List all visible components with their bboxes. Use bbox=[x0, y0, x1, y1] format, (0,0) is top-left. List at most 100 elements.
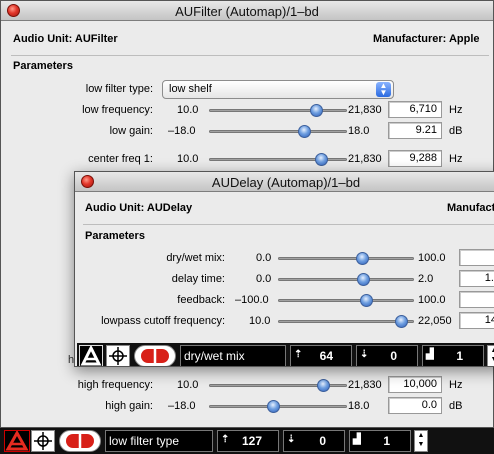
param-value-field[interactable]: 14, bbox=[459, 312, 494, 329]
automap-bar-aufilter: low filter type ⇡ 127 ⇣ 0 ▟ 1 ▲ ▼ bbox=[0, 428, 494, 454]
param-label: low frequency: bbox=[82, 104, 153, 116]
max-value-field[interactable]: ⇡ 64 bbox=[290, 345, 352, 366]
filter-type-label: low filter type: bbox=[85, 83, 153, 95]
param-max: 21,830 bbox=[348, 104, 382, 116]
slider-knob[interactable] bbox=[360, 294, 373, 307]
control-name-field[interactable]: low filter type bbox=[105, 430, 213, 452]
separator bbox=[83, 224, 494, 225]
separator bbox=[11, 55, 489, 56]
param-slider[interactable] bbox=[209, 109, 347, 112]
param-label: low gain: bbox=[109, 125, 153, 137]
param-unit: dB bbox=[449, 400, 463, 412]
param-slider[interactable] bbox=[278, 257, 414, 260]
step-value: 1 bbox=[456, 349, 463, 363]
param-label: high gain: bbox=[105, 400, 153, 412]
param-max: 21,830 bbox=[348, 153, 382, 165]
param-min: 10.0 bbox=[177, 104, 199, 116]
chevron-updown-icon: ▲ ▼ bbox=[376, 82, 391, 97]
min-value-field[interactable]: ⇣ 0 bbox=[283, 430, 345, 452]
filter-type-value: low shelf bbox=[169, 83, 212, 95]
param-max: 2.0 bbox=[418, 273, 434, 285]
control-name-field[interactable]: dry/wet mix bbox=[180, 345, 286, 366]
audio-unit-label: Audio Unit: AUDelay bbox=[85, 202, 193, 214]
param-slider[interactable] bbox=[278, 320, 414, 323]
audio-unit-label: Audio Unit: AUFilter bbox=[13, 33, 118, 45]
audelay-titlebar[interactable]: AUDelay (Automap)/1–bd bbox=[75, 172, 494, 192]
param-value-field[interactable]: 9,288 bbox=[388, 150, 442, 167]
manufacturer-label: Manufactu bbox=[447, 202, 494, 214]
step-icon: ▟ bbox=[426, 349, 434, 360]
slider-knob[interactable] bbox=[315, 153, 328, 166]
param-min: –18.0 bbox=[168, 125, 196, 137]
param-min: 0.0 bbox=[256, 273, 272, 285]
window-title: AUFilter (Automap)/1–bd bbox=[175, 4, 319, 19]
slider-knob[interactable] bbox=[356, 252, 369, 265]
stepper-icon[interactable]: ▲▼ bbox=[487, 345, 494, 366]
learn-toggle-button[interactable] bbox=[59, 430, 101, 452]
slider-knob[interactable] bbox=[310, 104, 323, 117]
parameters-heading: Parameters bbox=[13, 60, 73, 72]
learn-toggle-button[interactable] bbox=[134, 345, 176, 366]
slider-knob[interactable] bbox=[267, 400, 280, 413]
slider-knob[interactable] bbox=[317, 379, 330, 392]
step-icon: ▟ bbox=[353, 434, 361, 445]
min-value-field[interactable]: ⇣ 0 bbox=[356, 345, 418, 366]
param-slider[interactable] bbox=[278, 278, 414, 281]
param-max: 18.0 bbox=[348, 125, 370, 137]
aufilter-titlebar[interactable]: AUFilter (Automap)/1–bd bbox=[1, 1, 493, 21]
param-value-field[interactable]: 10,000 bbox=[388, 376, 442, 393]
manufacturer-label: Manufacturer: Apple bbox=[373, 33, 480, 45]
param-value-field[interactable]: 1.2 bbox=[459, 270, 494, 287]
param-unit: Hz bbox=[449, 379, 463, 391]
param-min: –18.0 bbox=[168, 400, 196, 412]
stepper-icon[interactable]: ▲▼ bbox=[414, 430, 428, 452]
step-value-field[interactable]: ▟ 1 bbox=[422, 345, 484, 366]
min-arrow-icon: ⇣ bbox=[287, 434, 296, 445]
param-max: 100.0 bbox=[418, 294, 446, 306]
max-value-field[interactable]: ⇡ 127 bbox=[217, 430, 279, 452]
max-value: 127 bbox=[241, 434, 262, 448]
crosshair-icon[interactable] bbox=[106, 345, 130, 366]
param-unit: dB bbox=[449, 125, 463, 137]
min-value: 0 bbox=[390, 349, 397, 363]
automap-bar-audelay: dry/wet mix ⇡ 64 ⇣ 0 ▟ 1 ▲▼ bbox=[77, 343, 494, 366]
max-arrow-icon: ⇡ bbox=[294, 349, 303, 360]
param-max: 18.0 bbox=[348, 400, 370, 412]
param-value-field[interactable]: 6,710 bbox=[388, 101, 442, 118]
param-label: feedback: bbox=[177, 294, 225, 306]
step-value: 1 bbox=[383, 434, 390, 448]
param-max: 22,050 bbox=[418, 315, 452, 327]
max-arrow-icon: ⇡ bbox=[221, 434, 230, 445]
param-min: 10.0 bbox=[177, 379, 199, 391]
automap-logo-icon[interactable] bbox=[4, 429, 30, 452]
param-label: delay time: bbox=[171, 273, 225, 285]
control-name: low filter type bbox=[109, 434, 180, 448]
param-unit: Hz bbox=[449, 104, 463, 116]
control-name: dry/wet mix bbox=[184, 349, 245, 363]
audelay-window: AUDelay (Automap)/1–bd Audio Unit: AUDel… bbox=[74, 171, 494, 367]
min-arrow-icon: ⇣ bbox=[360, 349, 369, 360]
param-label: center freq 1: bbox=[88, 153, 153, 165]
param-slider[interactable] bbox=[278, 299, 414, 302]
slider-knob[interactable] bbox=[395, 315, 408, 328]
filter-type-select[interactable]: low shelf ▲ ▼ bbox=[162, 80, 394, 99]
param-value-field[interactable]: 6 bbox=[459, 249, 494, 266]
param-min: –100.0 bbox=[235, 294, 269, 306]
param-label: lowpass cutoff frequency: bbox=[101, 315, 225, 327]
param-slider[interactable] bbox=[209, 130, 347, 133]
crosshair-icon[interactable] bbox=[31, 430, 55, 452]
slider-knob[interactable] bbox=[357, 273, 370, 286]
window-title: AUDelay (Automap)/1–bd bbox=[211, 175, 361, 190]
step-value-field[interactable]: ▟ 1 bbox=[349, 430, 411, 452]
param-min: 0.0 bbox=[256, 252, 272, 264]
max-value: 64 bbox=[319, 349, 333, 363]
param-max: 100.0 bbox=[418, 252, 446, 264]
param-value-field[interactable]: 9.21 bbox=[388, 122, 442, 139]
param-label: high frequency: bbox=[77, 379, 153, 391]
param-value-field[interactable]: 3 bbox=[459, 291, 494, 308]
slider-knob[interactable] bbox=[298, 125, 311, 138]
param-max: 21,830 bbox=[348, 379, 382, 391]
param-min: 10.0 bbox=[177, 153, 199, 165]
param-value-field[interactable]: 0.0 bbox=[388, 397, 442, 414]
automap-logo-icon[interactable] bbox=[79, 344, 103, 366]
